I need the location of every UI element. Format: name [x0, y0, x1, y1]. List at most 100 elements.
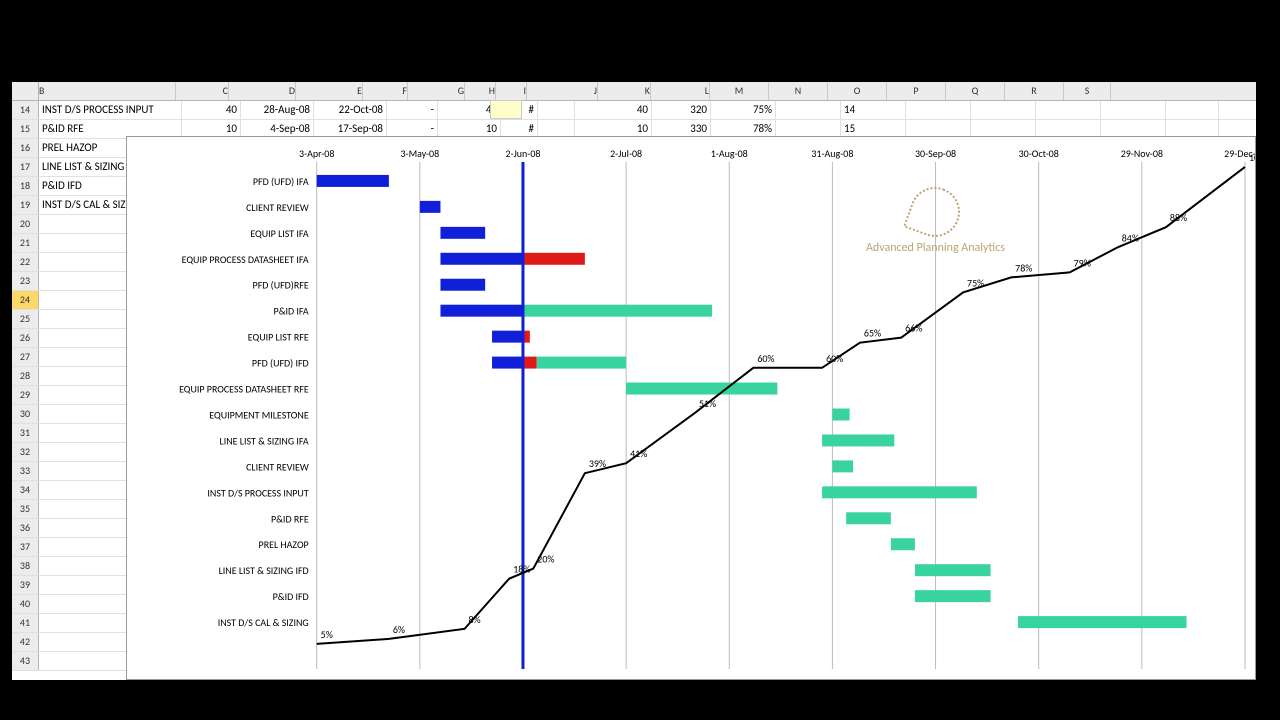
gantt-chart-object[interactable]: Advanced Planning Analytics 3-Apr-08 3-Ma…: [126, 136, 1256, 680]
svg-text:PFD (UFD) IFA: PFD (UFD) IFA: [253, 175, 309, 188]
cell-R14[interactable]: [1101, 101, 1166, 119]
svg-text:2-Jun-08: 2-Jun-08: [506, 147, 541, 160]
select-all-corner[interactable]: [12, 82, 39, 100]
col-I[interactable]: I: [496, 82, 527, 100]
cell-Q14[interactable]: [1036, 101, 1101, 119]
col-C[interactable]: C: [176, 82, 229, 100]
svg-text:6%: 6%: [393, 623, 405, 636]
row-header-42[interactable]: 42: [12, 633, 39, 651]
svg-text:51%: 51%: [699, 397, 716, 410]
row-header-30[interactable]: 30: [12, 405, 39, 423]
row-header-23[interactable]: 23: [12, 272, 39, 290]
col-G[interactable]: G: [408, 82, 465, 100]
svg-text:88%: 88%: [1170, 211, 1187, 224]
col-R[interactable]: R: [1005, 82, 1064, 100]
cell-C14[interactable]: 40: [182, 101, 241, 119]
svg-text:2-Jul-08: 2-Jul-08: [610, 147, 642, 160]
cell-S14[interactable]: [1166, 101, 1219, 119]
svg-text:30-Sep-08: 30-Sep-08: [915, 147, 956, 160]
row-header-18[interactable]: 18: [12, 177, 39, 195]
svg-text:CLIENT REVIEW: CLIENT REVIEW: [246, 201, 309, 214]
row-header-25[interactable]: 25: [12, 310, 39, 328]
svg-text:78%: 78%: [1015, 261, 1032, 274]
watermark: Advanced Planning Analytics: [866, 187, 1005, 255]
svg-text:P&ID IFD: P&ID IFD: [273, 590, 309, 603]
row-header-28[interactable]: 28: [12, 367, 39, 385]
svg-text:PREL HAZOP: PREL HAZOP: [259, 538, 309, 551]
cell-O14[interactable]: [906, 101, 971, 119]
svg-text:LINE LIST & SIZING IFD: LINE LIST & SIZING IFD: [219, 564, 309, 577]
svg-text:LINE LIST & SIZING IFA: LINE LIST & SIZING IFA: [220, 434, 309, 447]
row-header-22[interactable]: 22: [12, 253, 39, 271]
cell-L14[interactable]: 75%: [711, 101, 776, 119]
svg-text:EQUIP PROCESS DATASHEET IFA: EQUIP PROCESS DATASHEET IFA: [182, 253, 309, 266]
col-D[interactable]: D: [229, 82, 296, 100]
col-Q[interactable]: Q: [946, 82, 1005, 100]
row-header-36[interactable]: 36: [12, 519, 39, 537]
row-header-24[interactable]: 24: [12, 291, 39, 309]
row-header-20[interactable]: 20: [12, 215, 39, 233]
row-header-31[interactable]: 31: [12, 424, 39, 442]
cell-D14[interactable]: 28-Aug-08: [241, 101, 314, 119]
row-header-34[interactable]: 34: [12, 481, 39, 499]
cell-E14[interactable]: 22-Oct-08: [314, 101, 387, 119]
cell-J14[interactable]: 40: [575, 101, 652, 119]
row-header-26[interactable]: 26: [12, 329, 39, 347]
row-header-27[interactable]: 27: [12, 348, 39, 366]
svg-text:66%: 66%: [905, 322, 922, 335]
row-header-21[interactable]: 21: [12, 234, 39, 252]
row-header-14[interactable]: 14: [12, 101, 39, 119]
svg-text:8%: 8%: [469, 613, 481, 626]
row-header-35[interactable]: 35: [12, 500, 39, 518]
svg-text:79%: 79%: [1074, 256, 1091, 269]
svg-text:3-May-08: 3-May-08: [400, 147, 439, 160]
col-M[interactable]: M: [710, 82, 769, 100]
row-header-37[interactable]: 37: [12, 538, 39, 556]
col-N[interactable]: N: [769, 82, 828, 100]
cell-K14[interactable]: 320: [652, 101, 711, 119]
svg-text:INST D/S CAL & SIZING: INST D/S CAL & SIZING: [218, 616, 309, 629]
svg-text:29-Nov-08: 29-Nov-08: [1121, 147, 1163, 160]
row-header-40[interactable]: 40: [12, 595, 39, 613]
svg-text:1-Aug-08: 1-Aug-08: [711, 147, 748, 160]
watermark-text: Advanced Planning Analytics: [866, 241, 1005, 255]
svg-text:84%: 84%: [1122, 231, 1139, 244]
col-H[interactable]: H: [465, 82, 496, 100]
cell-M14[interactable]: [776, 101, 841, 119]
col-F[interactable]: F: [363, 82, 408, 100]
col-K[interactable]: K: [598, 82, 651, 100]
svg-text:P&ID RFE: P&ID RFE: [271, 512, 309, 525]
cell-P14[interactable]: [971, 101, 1036, 119]
col-B[interactable]: B: [39, 82, 176, 100]
row-header-15[interactable]: 15: [12, 120, 39, 138]
row-header-41[interactable]: 41: [12, 614, 39, 632]
col-O[interactable]: O: [828, 82, 887, 100]
col-P[interactable]: P: [887, 82, 946, 100]
row-header-16[interactable]: 16: [12, 139, 39, 157]
row-header-29[interactable]: 29: [12, 386, 39, 404]
col-E[interactable]: E: [296, 82, 363, 100]
svg-text:3-Apr-08: 3-Apr-08: [299, 147, 334, 160]
column-headers[interactable]: B C D E F G H I J K L M N O P Q R S: [12, 82, 1256, 101]
logo-icon: [903, 180, 967, 244]
svg-text:30-Oct-08: 30-Oct-08: [1019, 147, 1059, 160]
svg-text:P&ID IFA: P&ID IFA: [274, 305, 309, 318]
row-14[interactable]: 14INST D/S PROCESS INPUT4028-Aug-0822-Oc…: [12, 101, 1256, 120]
cell-B14[interactable]: INST D/S PROCESS INPUT: [39, 101, 182, 119]
col-J[interactable]: J: [527, 82, 598, 100]
row-header-19[interactable]: 19: [12, 196, 39, 214]
cell-F14[interactable]: -: [387, 101, 438, 119]
cell-I14[interactable]: [538, 101, 575, 119]
row-header-17[interactable]: 17: [12, 158, 39, 176]
row-header-43[interactable]: 43: [12, 652, 39, 670]
row-header-39[interactable]: 39: [12, 576, 39, 594]
row-header-33[interactable]: 33: [12, 462, 39, 480]
svg-text:31-Aug-08: 31-Aug-08: [811, 147, 853, 160]
col-L[interactable]: L: [651, 82, 710, 100]
row-header-32[interactable]: 32: [12, 443, 39, 461]
row-header-38[interactable]: 38: [12, 557, 39, 575]
svg-text:INST D/S PROCESS INPUT: INST D/S PROCESS INPUT: [207, 486, 308, 499]
svg-text:100%: 100%: [1249, 151, 1255, 164]
cell-N14[interactable]: 14: [841, 101, 906, 119]
col-S[interactable]: S: [1064, 82, 1111, 100]
